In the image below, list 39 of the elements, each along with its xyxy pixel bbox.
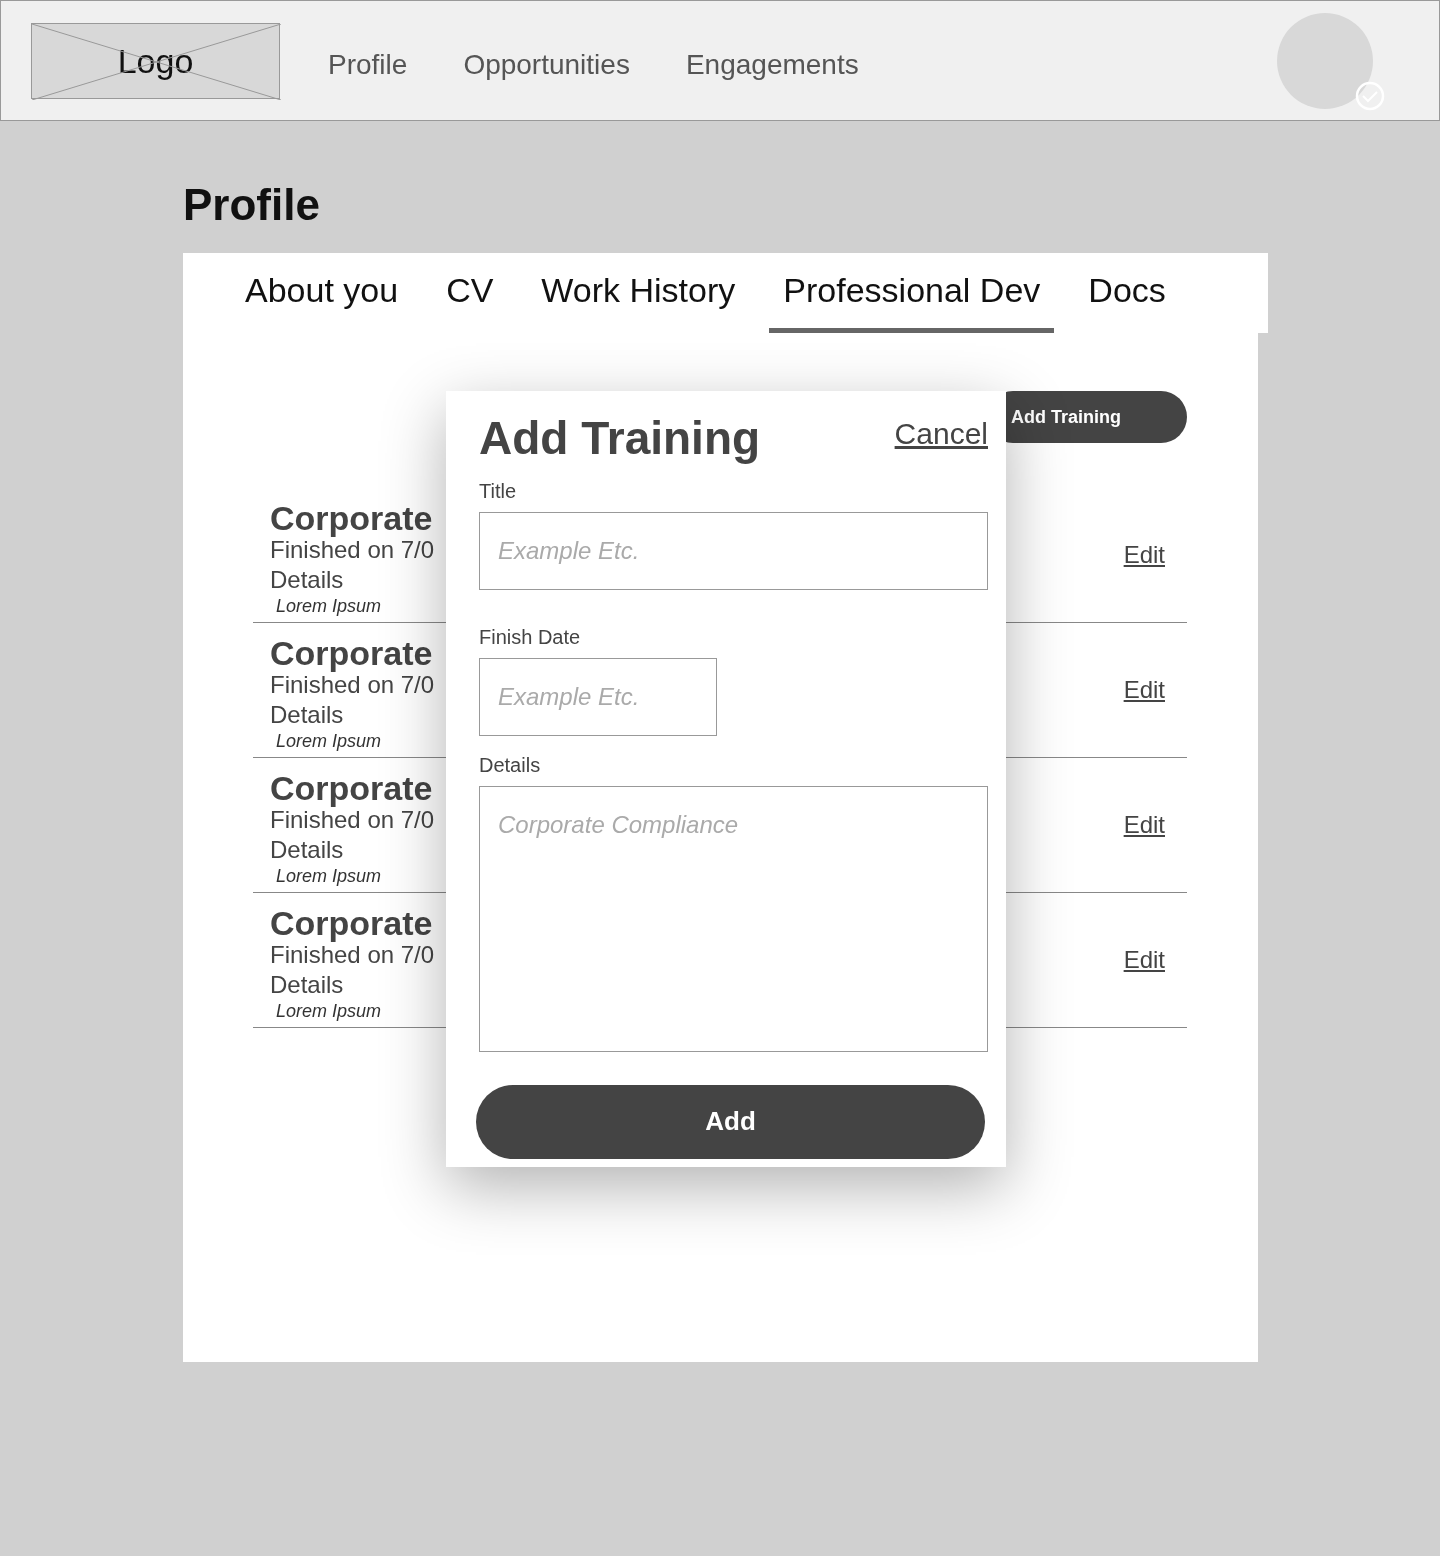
edit-link[interactable]: Edit: [1123, 942, 1165, 978]
training-details: Lorem Ipsum: [276, 595, 383, 617]
page-title: Profile: [183, 183, 321, 227]
add-button[interactable]: Add: [476, 1084, 985, 1159]
tab[interactable]: Docs: [1074, 253, 1180, 333]
details-label: Details: [270, 835, 345, 865]
field-label: Details: [479, 752, 542, 778]
training-title: Corporate: [270, 501, 434, 535]
finish-date: Finished on 7/0: [270, 536, 435, 565]
training-title: Corporate: [270, 636, 434, 670]
edit-link[interactable]: Edit: [1123, 807, 1165, 843]
training-details: Lorem Ipsum: [276, 1000, 383, 1022]
finish-date: Finished on 7/0: [270, 941, 435, 970]
edit-link[interactable]: Edit: [1123, 537, 1165, 573]
details-label: Details: [270, 700, 345, 730]
training-details: Lorem Ipsum: [276, 865, 383, 887]
nav-link[interactable]: Profile: [328, 43, 408, 86]
tab[interactable]: About you: [231, 253, 413, 333]
field-label: Title: [479, 478, 518, 504]
field-label: Finish Date: [479, 624, 582, 650]
tab[interactable]: CV: [432, 253, 508, 333]
details-label: Details: [270, 970, 345, 1000]
training-title: Corporate: [270, 906, 434, 940]
modal-title: Add Training: [479, 413, 761, 464]
cancel-link[interactable]: Cancel: [894, 411, 988, 456]
tab[interactable]: Work History: [527, 253, 750, 333]
details-field[interactable]: Corporate Compliance: [479, 785, 988, 1052]
finish-date: Finished on 7/0: [270, 806, 435, 835]
details-label: Details: [270, 565, 345, 595]
logo[interactable]: Logo: [31, 22, 280, 99]
nav-link[interactable]: Engagements: [685, 43, 859, 86]
edit-link[interactable]: Edit: [1123, 672, 1165, 708]
training-title: Corporate: [270, 771, 434, 805]
check-icon: [1355, 80, 1385, 111]
date-field[interactable]: Example Etc.: [479, 657, 717, 736]
input-field[interactable]: Example Etc.: [479, 511, 988, 590]
nav-link[interactable]: Opportunities: [463, 43, 630, 86]
training-details: Lorem Ipsum: [276, 730, 383, 752]
finish-date: Finished on 7/0: [270, 671, 435, 700]
